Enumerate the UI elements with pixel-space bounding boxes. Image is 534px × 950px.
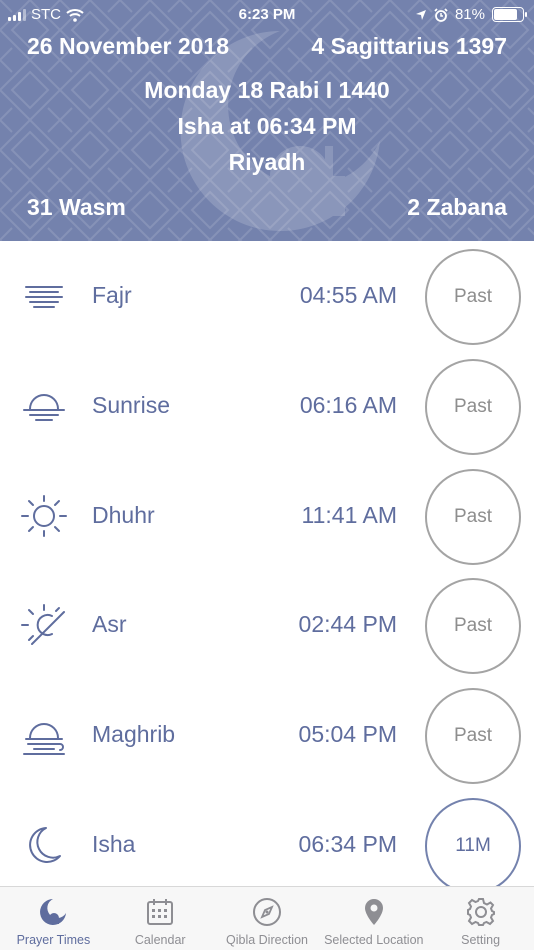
tab-label: Prayer Times	[16, 933, 91, 947]
battery-icon	[492, 7, 527, 22]
prayer-row-asr[interactable]: Asr 02:44 PM Past	[0, 570, 534, 680]
hijri-date: Monday 18 Rabi I 1440	[144, 77, 390, 103]
partial-sun-icon	[21, 604, 65, 646]
prayer-name: Sunrise	[92, 391, 170, 418]
season-left: 31 Wasm	[27, 194, 126, 220]
tab-qibla-direction[interactable]: Qibla Direction	[214, 887, 321, 950]
prayer-row-isha[interactable]: Isha 06:34 PM 11M	[0, 790, 534, 900]
sunrise-icon	[23, 393, 65, 421]
tab-label: Qibla Direction	[226, 933, 308, 947]
tab-bar: Prayer Times Calendar Qibla Direction Se…	[0, 886, 534, 950]
status-bar: STC 6:23 PM 81%	[0, 0, 534, 30]
fog-icon	[25, 286, 63, 308]
prayer-name: Isha	[92, 830, 136, 857]
alarm-icon	[434, 7, 448, 22]
compass-icon	[252, 898, 281, 926]
tab-prayer-times[interactable]: Prayer Times	[0, 887, 107, 950]
prayer-time: 05:04 PM	[298, 721, 397, 748]
prayer-time: 02:44 PM	[298, 611, 397, 638]
prayer-row-maghrib[interactable]: Maghrib 05:04 PM Past	[0, 680, 534, 790]
prayer-time: 04:55 AM	[299, 282, 397, 308]
moon-icon	[29, 826, 61, 863]
sun-icon	[21, 494, 67, 537]
battery-percent: 81%	[454, 6, 485, 23]
prayer-row-dhuhr[interactable]: Dhuhr 11:41 AM Past	[0, 461, 534, 571]
tab-label: Setting	[461, 933, 501, 947]
tab-calendar[interactable]: Calendar	[107, 887, 214, 950]
sunset-icon	[23, 723, 65, 756]
tab-label: Calendar	[134, 933, 186, 947]
city-name: Riyadh	[228, 149, 306, 175]
prayer-status-badge: Past	[425, 688, 521, 785]
zodiac-date: 4 Sagittarius 1397	[311, 33, 507, 59]
season-right: 2 Zabana	[407, 194, 507, 220]
prayer-time: 11:41 AM	[301, 501, 397, 528]
prayer-status-badge: Past	[425, 578, 521, 675]
prayer-name: Fajr	[92, 282, 132, 308]
prayer-times-list: Fajr 04:55 AM Past Sunrise 06:16 AM Past…	[0, 241, 534, 900]
prayer-name: Asr	[92, 611, 127, 638]
prayer-row-sunrise[interactable]: Sunrise 06:16 AM Past	[0, 351, 534, 461]
prayer-time: 06:34 PM	[298, 830, 397, 857]
prayer-status-badge: Past	[425, 468, 521, 565]
prayer-time: 06:16 AM	[299, 391, 397, 418]
location-pin-icon	[364, 899, 383, 925]
tab-setting[interactable]: Setting	[427, 887, 534, 950]
calendar-icon	[147, 899, 174, 925]
prayer-row-fajr[interactable]: Fajr 04:55 AM Past	[0, 241, 534, 351]
crescent-mosque-icon	[40, 899, 67, 925]
gregorian-date: 26 November 2018	[27, 33, 230, 59]
prayer-name: Dhuhr	[92, 501, 155, 528]
gear-icon	[466, 898, 495, 926]
tab-label: Selected Location	[324, 933, 424, 947]
prayer-status-badge: Past	[425, 249, 521, 345]
tab-selected-location[interactable]: Selected Location	[320, 887, 427, 950]
date-header: STC 6:23 PM 81% 26 November 2018 4 Sagit…	[0, 0, 534, 241]
prayer-status-badge: Past	[425, 358, 521, 455]
location-arrow-icon	[415, 9, 426, 20]
prayer-name: Maghrib	[92, 721, 176, 748]
prayer-countdown-badge: 11M	[425, 797, 521, 894]
next-prayer-text: Isha at 06:34 PM	[177, 113, 357, 139]
